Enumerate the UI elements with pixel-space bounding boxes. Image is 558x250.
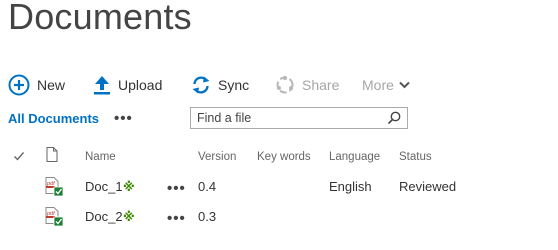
share-button-label: Share [302,77,340,93]
plus-circle-icon [8,74,30,96]
share-button[interactable]: Share [275,73,339,97]
column-header-version[interactable]: Version [198,151,236,163]
new-button-label: New [37,77,66,93]
document-name-link[interactable]: Doc_2 [85,209,123,224]
sync-button[interactable]: Sync [191,73,249,97]
select-all-checkmark-icon[interactable] [13,149,25,167]
sync-button-label: Sync [218,77,250,93]
new-item-marker-icon: ※ [123,180,135,194]
document-status: Reviewed [399,179,457,194]
document-language: English [329,179,372,194]
table-row[interactable]: pdf Doc_2 ※ ••• 0.3 [0,204,558,234]
view-all-documents[interactable]: All Documents [8,111,99,126]
document-version: 0.4 [198,179,217,194]
file-type-header-icon [46,147,58,167]
column-header-keywords[interactable]: Key words [257,151,311,163]
more-button-label: More [362,77,394,93]
share-icon [275,75,295,95]
chevron-down-icon [399,81,410,89]
new-item-marker-icon: ※ [123,210,135,224]
item-menu-ellipsis[interactable]: ••• [167,211,186,226]
item-menu-ellipsis[interactable]: ••• [167,181,186,196]
sync-icon [191,75,211,95]
column-header-name[interactable]: Name [85,151,116,163]
more-button[interactable]: More [362,73,410,97]
upload-button-label: Upload [118,77,163,93]
column-header-status[interactable]: Status [399,151,432,163]
pdf-file-icon: pdf [44,177,64,202]
page-title: Documents [8,0,192,37]
table-row[interactable]: pdf Doc_1 ※ ••• 0.4 English Reviewed [0,174,558,204]
search-input[interactable] [191,111,377,125]
view-options-ellipsis[interactable]: ••• [114,111,133,126]
document-name-link[interactable]: Doc_1 [85,179,123,194]
upload-button[interactable]: Upload [93,73,162,97]
search-icon[interactable] [387,111,401,130]
document-version: 0.3 [198,209,217,224]
search-box [190,107,408,129]
pdf-file-icon: pdf [44,207,64,232]
upload-arrow-icon [93,75,111,95]
new-button[interactable]: New [8,73,65,97]
column-header-language[interactable]: Language [329,151,380,163]
